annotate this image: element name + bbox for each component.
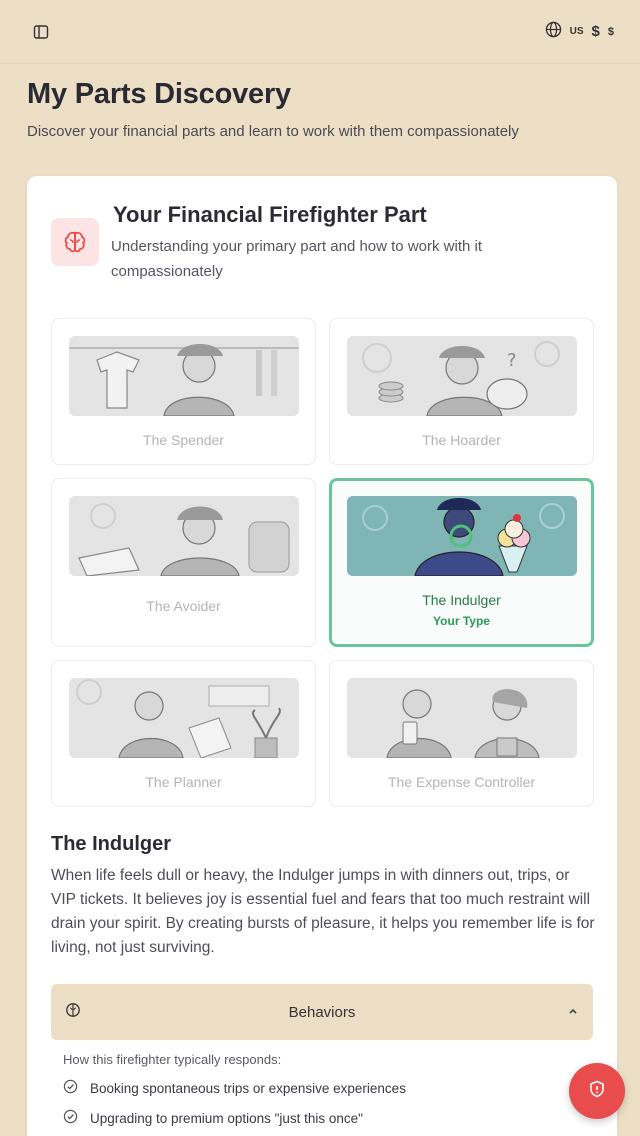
firefighter-part-card: Your Financial Firefighter Part Understa… — [27, 176, 617, 1136]
page-subtitle: Discover your financial parts and learn … — [27, 123, 519, 140]
card-header: Your Financial Firefighter Part Understa… — [51, 176, 593, 284]
top-bar: US $ $ — [0, 0, 640, 64]
spender-illustration — [68, 336, 299, 416]
check-circle-icon — [63, 1109, 78, 1127]
globe-icon[interactable] — [545, 21, 562, 43]
detail-description: When life feels dull or heavy, the Indul… — [51, 867, 595, 956]
part-label: The Avoider — [146, 598, 221, 614]
currency-symbol[interactable]: $ — [592, 23, 600, 40]
part-label: The Indulger — [422, 592, 501, 608]
card-description: Understanding your primary part and how … — [111, 238, 483, 280]
list-item: Booking spontaneous trips or expensive e… — [63, 1079, 593, 1097]
part-tile-hoarder[interactable]: ? The Hoarder — [329, 318, 594, 465]
planner-illustration — [68, 678, 299, 758]
part-tile-indulger[interactable]: The Indulger Your Type — [329, 478, 594, 647]
your-type-badge: Your Type — [433, 614, 490, 628]
card-title: Your Financial Firefighter Part — [113, 202, 427, 227]
hoarder-illustration: ? — [346, 336, 577, 416]
svg-text:?: ? — [507, 350, 517, 371]
brain-icon — [51, 218, 99, 266]
shield-icon — [589, 1080, 605, 1103]
list-item: Upgrading to premium options "just this … — [63, 1109, 593, 1127]
locale-currency-group: US $ $ — [545, 21, 614, 43]
part-tile-planner[interactable]: The Planner — [51, 660, 316, 807]
indulger-illustration — [346, 496, 577, 576]
behaviors-intro: How this firefighter typically responds: — [63, 1052, 282, 1067]
detail-title: The Indulger — [51, 833, 171, 855]
currency-symbol-small[interactable]: $ — [608, 26, 614, 38]
part-label: The Expense Controller — [387, 774, 536, 790]
part-tile-expense-controller[interactable]: The Expense Controller — [329, 660, 594, 807]
behavior-text: Upgrading to premium options "just this … — [90, 1110, 363, 1126]
locale-label[interactable]: US — [570, 26, 584, 37]
check-circle-icon — [63, 1079, 78, 1097]
avoider-illustration — [68, 496, 299, 576]
part-label: The Planner — [145, 774, 222, 790]
part-label: The Hoarder — [422, 432, 501, 448]
parts-grid: The Spender ? The Hoarder The Avoider Th… — [51, 318, 594, 807]
behavior-text: Booking spontaneous trips or expensive e… — [90, 1080, 406, 1096]
page-title: My Parts Discovery — [27, 78, 291, 110]
part-label: The Spender — [143, 432, 224, 448]
part-tile-spender[interactable]: The Spender — [51, 318, 316, 465]
expense-controller-illustration — [346, 678, 577, 758]
part-tile-avoider[interactable]: The Avoider — [51, 478, 316, 647]
sidebar-toggle-icon[interactable] — [30, 21, 52, 43]
behaviors-accordion-header[interactable]: Behaviors — [51, 984, 593, 1040]
emergency-help-button[interactable] — [569, 1063, 625, 1119]
behaviors-label: Behaviors — [288, 1003, 356, 1021]
